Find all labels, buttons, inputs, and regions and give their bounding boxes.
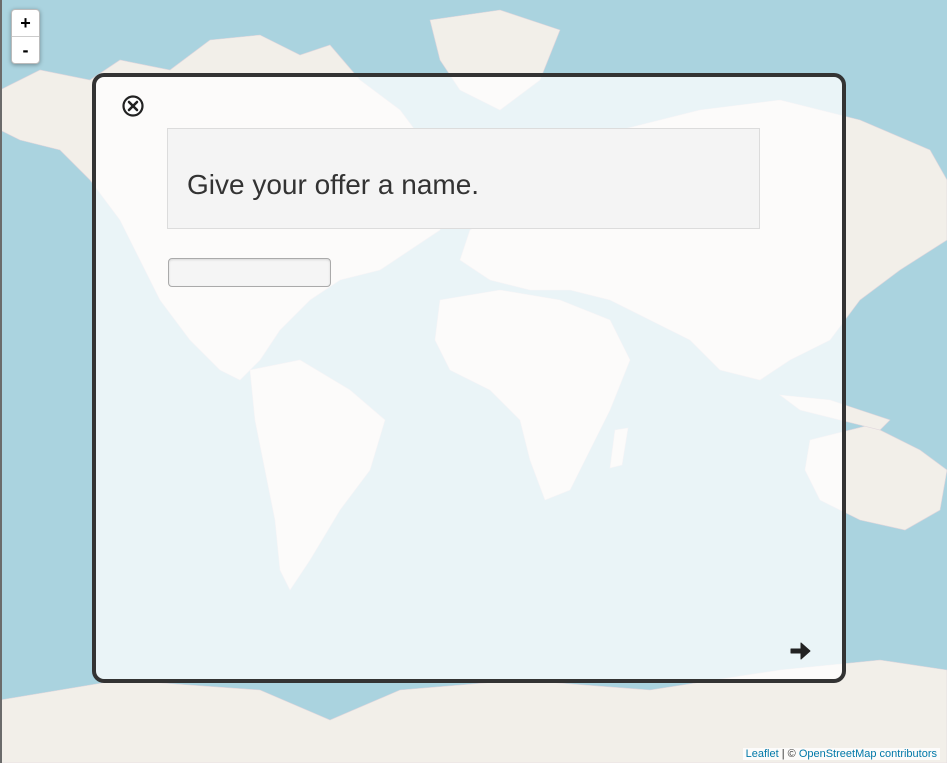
- zoom-in-button[interactable]: +: [12, 10, 39, 37]
- leaflet-link[interactable]: Leaflet: [746, 748, 779, 760]
- offer-name-input[interactable]: [168, 258, 331, 287]
- zoom-out-button[interactable]: -: [12, 37, 39, 63]
- osm-contributors-link[interactable]: OpenStreetMap contributors: [799, 748, 937, 760]
- zoom-control: + -: [11, 9, 40, 64]
- map-left-border: [0, 0, 2, 763]
- world-map[interactable]: + - Give your offer a name. Leaflet | © …: [0, 0, 947, 763]
- prompt-box: Give your offer a name.: [167, 128, 760, 229]
- offer-name-dialog: Give your offer a name.: [92, 73, 846, 683]
- map-attribution: Leaflet | © OpenStreetMap contributors: [742, 748, 940, 760]
- close-circle-icon[interactable]: [122, 95, 144, 117]
- attribution-separator: | ©: [778, 748, 799, 760]
- arrow-right-icon[interactable]: [788, 639, 812, 663]
- prompt-text: Give your offer a name.: [187, 169, 480, 200]
